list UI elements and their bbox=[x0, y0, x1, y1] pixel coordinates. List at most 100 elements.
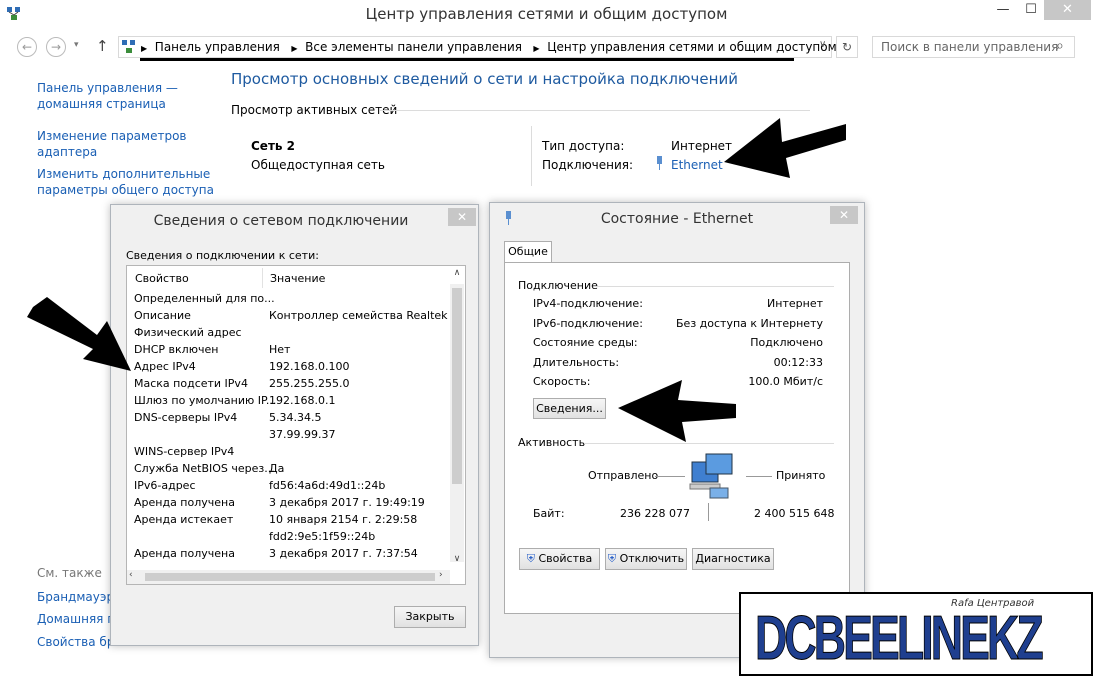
table-row-property: DHCP включен bbox=[134, 343, 219, 356]
details-button[interactable]: Сведения... bbox=[533, 398, 606, 419]
arrow-left-icon: ← bbox=[21, 40, 33, 54]
table-row-property: Шлюз по умолчанию IP... bbox=[134, 394, 277, 407]
duration-label: Длительность: bbox=[533, 356, 620, 369]
horizontal-scrollbar-thumb[interactable] bbox=[145, 573, 435, 581]
table-row-value: 3 декабря 2017 г. 19:49:19 bbox=[269, 496, 425, 509]
breadcrumb: ▶ Панель управления ▶ Все элементы панел… bbox=[141, 40, 837, 54]
scroll-right-icon[interactable]: › bbox=[439, 570, 443, 580]
table-row-property: WINS-сервер IPv4 bbox=[134, 445, 235, 458]
sidebar-home-link[interactable]: Панель управления — домашняя страница bbox=[37, 80, 178, 112]
table-row-property: IPv6-адрес bbox=[134, 479, 196, 492]
sidebar-sharing-line1: Изменить дополнительные bbox=[37, 167, 211, 181]
scroll-left-icon[interactable]: ‹ bbox=[129, 570, 133, 580]
ipv6-value: Без доступа к Интернету bbox=[676, 317, 823, 330]
table-row-value: fd56:4a6d:49d1::24b bbox=[269, 479, 386, 492]
column-header-property[interactable]: Свойство bbox=[135, 272, 189, 285]
maximize-button[interactable]: ☐ bbox=[1018, 0, 1044, 20]
watermark-brand: DCBEELINEKZ bbox=[755, 604, 1044, 674]
details-close-x[interactable]: ✕ bbox=[448, 208, 476, 226]
diagnose-button[interactable]: Диагностика bbox=[692, 548, 774, 570]
vertical-divider bbox=[531, 126, 532, 186]
back-button[interactable]: ← bbox=[17, 37, 37, 57]
table-row-property: Аренда получена bbox=[134, 496, 235, 509]
received-line bbox=[746, 476, 772, 477]
details-caption: Сведения о подключении к сети: bbox=[126, 249, 319, 262]
speed-value: 100.0 Мбит/с bbox=[748, 375, 823, 388]
sidebar-sharing-line2: параметры общего доступа bbox=[37, 183, 214, 197]
table-row-value: fdd2:9e5:1f59::24b bbox=[269, 530, 376, 543]
forward-button[interactable]: → bbox=[46, 37, 66, 57]
status-dialog-title: Состояние - Ethernet bbox=[600, 211, 754, 227]
search-box[interactable]: Поиск в панели управления ⌕ bbox=[872, 36, 1075, 58]
media-state-value: Подключено bbox=[750, 336, 823, 349]
arrow-right-icon: → bbox=[50, 40, 62, 54]
chevron-right-icon: ▶ bbox=[291, 44, 298, 53]
bytes-received-value: 2 400 515 648 bbox=[754, 507, 835, 520]
disable-button-label: Отключить bbox=[619, 552, 685, 565]
status-close-x[interactable]: ✕ bbox=[830, 206, 858, 224]
breadcrumb-item[interactable]: Панель управления bbox=[155, 40, 280, 54]
table-row-property: DNS-серверы IPv4 bbox=[134, 411, 238, 424]
details-dialog-title: Сведения о сетевом подключении bbox=[153, 213, 409, 229]
activity-group-label: Активность bbox=[518, 436, 586, 449]
table-row-value: 10 января 2154 г. 2:29:58 bbox=[269, 513, 418, 526]
duration-value: 00:12:33 bbox=[773, 356, 823, 369]
bytes-sent-value: 236 228 077 bbox=[620, 507, 690, 520]
sent-label: Отправлено bbox=[588, 469, 659, 482]
ethernet-link[interactable]: Ethernet bbox=[671, 158, 723, 172]
breadcrumb-item[interactable]: Все элементы панели управления bbox=[305, 40, 522, 54]
arrow-annotation-icon bbox=[618, 380, 736, 442]
sidebar-homegroup-link[interactable]: Домашняя гр bbox=[37, 611, 121, 627]
shield-icon: ⛨ bbox=[607, 552, 617, 565]
vertical-scrollbar-thumb[interactable] bbox=[452, 288, 462, 484]
scroll-up-icon[interactable]: ∧ bbox=[450, 268, 464, 278]
ipv4-label: IPv4-подключение: bbox=[533, 297, 643, 310]
table-row-value: Нет bbox=[269, 343, 291, 356]
network-computers-icon bbox=[688, 452, 740, 502]
breadcrumb-item[interactable]: Центр управления сетями и общим доступом bbox=[547, 40, 836, 54]
column-header-value[interactable]: Значение bbox=[270, 272, 325, 285]
watermark-logo: Rafa Центравой DCBEELINEKZ bbox=[739, 592, 1093, 676]
ipv6-label: IPv6-подключение: bbox=[533, 317, 643, 330]
table-row-value: 37.99.99.37 bbox=[269, 428, 336, 441]
connections-label: Подключения: bbox=[542, 158, 634, 172]
address-underline bbox=[140, 58, 794, 61]
arrow-annotation-icon bbox=[27, 297, 131, 371]
see-also-label: См. также bbox=[37, 566, 102, 580]
minimize-button[interactable]: — bbox=[988, 0, 1018, 20]
table-row-property: Аренда истекает bbox=[134, 513, 234, 526]
up-button[interactable]: ↑ bbox=[96, 37, 109, 55]
address-dropdown-icon[interactable]: ∨ bbox=[819, 39, 826, 50]
tab-general[interactable]: Общие bbox=[504, 241, 552, 263]
disable-button[interactable]: ⛨ Отключить bbox=[605, 548, 687, 570]
bytes-divider bbox=[708, 503, 709, 521]
properties-button[interactable]: ⛨ Свойства bbox=[519, 548, 600, 570]
sidebar-adapter-link[interactable]: Изменение параметров адаптера bbox=[37, 128, 187, 160]
table-row-value: Контроллер семейства Realtek PCI bbox=[269, 309, 448, 322]
chevron-right-icon: ▶ bbox=[533, 44, 540, 53]
ethernet-icon bbox=[655, 156, 664, 170]
details-dialog: Сведения о сетевом подключении ✕ Сведени… bbox=[110, 204, 479, 646]
table-row-property: Служба NetBIOS через... bbox=[134, 462, 275, 475]
table-row-property: Определенный для по... bbox=[134, 292, 275, 305]
close-window-button[interactable]: ✕ bbox=[1044, 0, 1091, 20]
table-row-value: 3 декабря 2017 г. 7:37:54 bbox=[269, 547, 418, 560]
arrow-up-icon: ↑ bbox=[96, 37, 109, 55]
search-icon[interactable]: ⌕ bbox=[1056, 38, 1064, 54]
sidebar-sharing-link[interactable]: Изменить дополнительные параметры общего… bbox=[37, 166, 214, 198]
access-type-label: Тип доступа: bbox=[542, 139, 625, 153]
address-bar[interactable]: ▶ Панель управления ▶ Все элементы панел… bbox=[118, 36, 837, 58]
refresh-button[interactable]: ↻ bbox=[836, 36, 858, 58]
column-header-separator bbox=[262, 268, 263, 288]
scroll-down-icon[interactable]: ∨ bbox=[450, 554, 464, 564]
table-row-property: Физический адрес bbox=[134, 326, 242, 339]
page-title: Просмотр основных сведений о сети и наст… bbox=[231, 70, 738, 88]
network-type: Общедоступная сеть bbox=[251, 158, 385, 172]
arrow-annotation-icon bbox=[724, 118, 846, 178]
ipv4-value: Интернет bbox=[767, 297, 823, 310]
details-close-button[interactable]: Закрыть bbox=[394, 606, 466, 628]
recent-dropdown-icon[interactable]: ▾ bbox=[74, 40, 79, 50]
refresh-icon: ↻ bbox=[841, 40, 853, 54]
table-row-value: 255.255.255.0 bbox=[269, 377, 350, 390]
table-row-value: Да bbox=[269, 462, 285, 475]
